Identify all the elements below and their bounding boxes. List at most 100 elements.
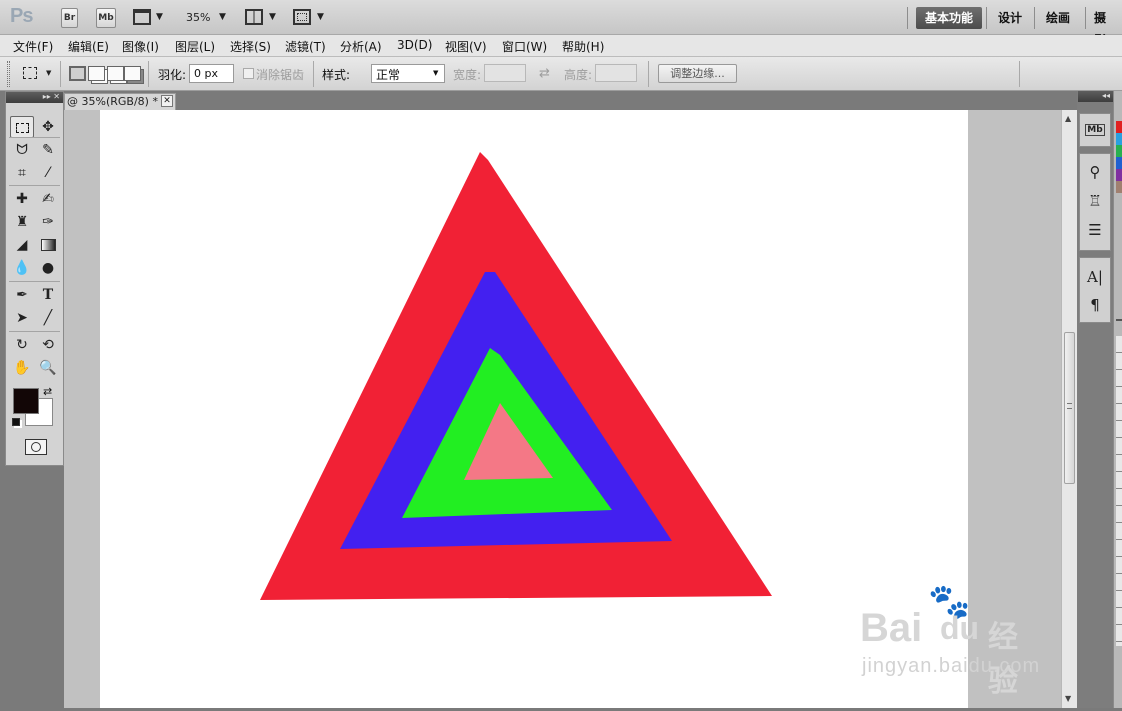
mini-bridge-button[interactable]: Mb: [96, 8, 116, 28]
brush-presets-icon[interactable]: ⚲: [1080, 159, 1110, 185]
lasso-tool[interactable]: ᗢ: [10, 139, 34, 161]
separator: [9, 331, 60, 332]
intersect-selection-icon[interactable]: [124, 66, 141, 81]
screen-mode-icon[interactable]: [293, 9, 311, 25]
chevron-down-icon[interactable]: ▼: [317, 12, 324, 22]
workspace-essentials[interactable]: 基本功能: [916, 7, 982, 29]
separator: [1034, 7, 1035, 29]
new-selection-icon[interactable]: [69, 66, 86, 81]
scroll-down-icon[interactable]: ▼: [1065, 694, 1071, 703]
workspace-photography[interactable]: 摄影: [1086, 7, 1122, 47]
height-input[interactable]: [595, 64, 637, 82]
separator: [313, 61, 314, 87]
foreground-color-swatch[interactable]: [13, 388, 39, 414]
history-brush-tool[interactable]: ✑: [36, 211, 60, 233]
tool-presets-icon[interactable]: ☰: [1080, 217, 1110, 243]
refine-edge-button[interactable]: 调整边缘...: [658, 64, 737, 83]
eyedropper-tool[interactable]: ⁄: [36, 162, 60, 184]
zoom-level[interactable]: 35%: [186, 11, 210, 24]
layers-panel-edge[interactable]: [1116, 336, 1122, 646]
separator: [60, 61, 61, 87]
eraser-tool[interactable]: ◢: [10, 234, 34, 256]
menu-image[interactable]: 图像(I): [122, 38, 159, 55]
crop-tool[interactable]: ⌗: [10, 162, 34, 184]
hand-tool[interactable]: ✋: [10, 357, 34, 379]
menu-file[interactable]: 文件(F): [13, 38, 53, 55]
chevron-down-icon[interactable]: ▼: [156, 12, 163, 22]
canvas[interactable]: [100, 110, 968, 708]
line-tool[interactable]: ╱: [36, 307, 60, 329]
scrollbar-thumb[interactable]: [1064, 332, 1075, 484]
width-input[interactable]: [484, 64, 526, 82]
chevron-down-icon[interactable]: ▼: [433, 69, 438, 77]
marquee-icon: [15, 123, 29, 133]
pen-tool[interactable]: ✒: [10, 284, 34, 306]
paragraph-panel-icon[interactable]: ¶: [1080, 292, 1110, 318]
quick-mask-button[interactable]: [25, 439, 47, 455]
bridge-button[interactable]: Br: [61, 8, 78, 28]
chevron-down-icon[interactable]: ▼: [269, 12, 276, 22]
swap-dimensions-icon[interactable]: ⇄: [539, 66, 550, 81]
workspace-design[interactable]: 设计: [990, 7, 1030, 29]
document-tab[interactable]: @ 35%(RGB/8) * ✕: [64, 93, 176, 110]
move-tool[interactable]: ✥: [36, 116, 60, 138]
swatch-cyan[interactable]: [1116, 133, 1122, 145]
style-select[interactable]: 正常 ▼: [371, 64, 445, 83]
feather-input[interactable]: 0 px: [189, 64, 234, 83]
menu-3d[interactable]: 3D(D): [397, 38, 432, 52]
workspace-painting[interactable]: 绘画: [1038, 7, 1078, 29]
mini-bridge-panel-button[interactable]: Mb: [1080, 117, 1110, 143]
scroll-up-icon[interactable]: ▲: [1065, 114, 1071, 123]
path-selection-tool[interactable]: ➤: [10, 307, 34, 329]
zoom-tool[interactable]: 🔍: [36, 357, 60, 379]
chevron-down-icon[interactable]: ▼: [46, 69, 51, 77]
swatch-red[interactable]: [1116, 121, 1122, 133]
default-colors-icon[interactable]: [12, 418, 20, 426]
swatch-purple[interactable]: [1116, 169, 1122, 181]
menu-help[interactable]: 帮助(H): [562, 38, 604, 55]
subtract-from-selection-icon[interactable]: [107, 66, 124, 81]
clone-stamp-tool[interactable]: ♜: [10, 211, 34, 233]
gradient-tool[interactable]: [36, 234, 60, 256]
spot-healing-tool[interactable]: ✚: [10, 188, 34, 210]
blur-tool[interactable]: 💧: [10, 257, 34, 279]
menu-analysis[interactable]: 分析(A): [340, 38, 382, 55]
watermark-url: jingyan.baidu.com: [862, 655, 1041, 677]
brush-tool[interactable]: ✍: [36, 188, 60, 210]
swatch-blue[interactable]: [1116, 157, 1122, 169]
quick-selection-tool[interactable]: ✎: [36, 139, 60, 161]
clone-source-icon[interactable]: ♖: [1080, 188, 1110, 214]
options-bar: ▼ 羽化: 0 px 消除锯齿 样式: 正常 ▼ 宽度: ⇄ 高度: 调整边缘.…: [0, 57, 1122, 91]
panel-dock-header[interactable]: ◂◂: [1078, 91, 1113, 102]
menu-window[interactable]: 窗口(W): [502, 38, 547, 55]
separator: [1019, 61, 1020, 87]
swatch-brown[interactable]: [1116, 181, 1122, 193]
add-to-selection-icon[interactable]: [88, 66, 105, 81]
arrange-documents-icon[interactable]: [245, 9, 263, 25]
height-label: 高度:: [564, 68, 593, 82]
vertical-scrollbar[interactable]: ▲ ▼: [1061, 110, 1077, 708]
chevron-down-icon[interactable]: ▼: [219, 12, 226, 22]
character-panel-icon[interactable]: A|: [1080, 264, 1110, 290]
menu-edit[interactable]: 编辑(E): [68, 38, 109, 55]
grip-icon[interactable]: [7, 61, 10, 87]
menu-filter[interactable]: 滤镜(T): [285, 38, 326, 55]
view-extras-icon[interactable]: [133, 9, 151, 25]
separator: [148, 61, 149, 87]
separator: [9, 281, 60, 282]
tools-panel-header[interactable]: ▸▸ ✕: [6, 92, 63, 103]
dodge-tool[interactable]: ●: [36, 257, 60, 279]
swatch-green[interactable]: [1116, 145, 1122, 157]
rect-marquee-preset-icon[interactable]: [23, 67, 37, 79]
3d-rotate-tool[interactable]: ↻: [10, 334, 34, 356]
swap-colors-icon[interactable]: ⇄: [43, 385, 52, 398]
rectangular-marquee-tool[interactable]: [10, 116, 34, 138]
3d-orbit-tool[interactable]: ⟲: [36, 334, 60, 356]
style-label: 样式:: [322, 68, 351, 82]
menu-layer[interactable]: 图层(L): [175, 38, 215, 55]
menu-view[interactable]: 视图(V): [445, 38, 487, 55]
antialias-checkbox[interactable]: [243, 68, 254, 79]
type-tool[interactable]: T: [36, 284, 60, 306]
close-icon[interactable]: ✕: [161, 95, 173, 107]
menu-select[interactable]: 选择(S): [230, 38, 271, 55]
